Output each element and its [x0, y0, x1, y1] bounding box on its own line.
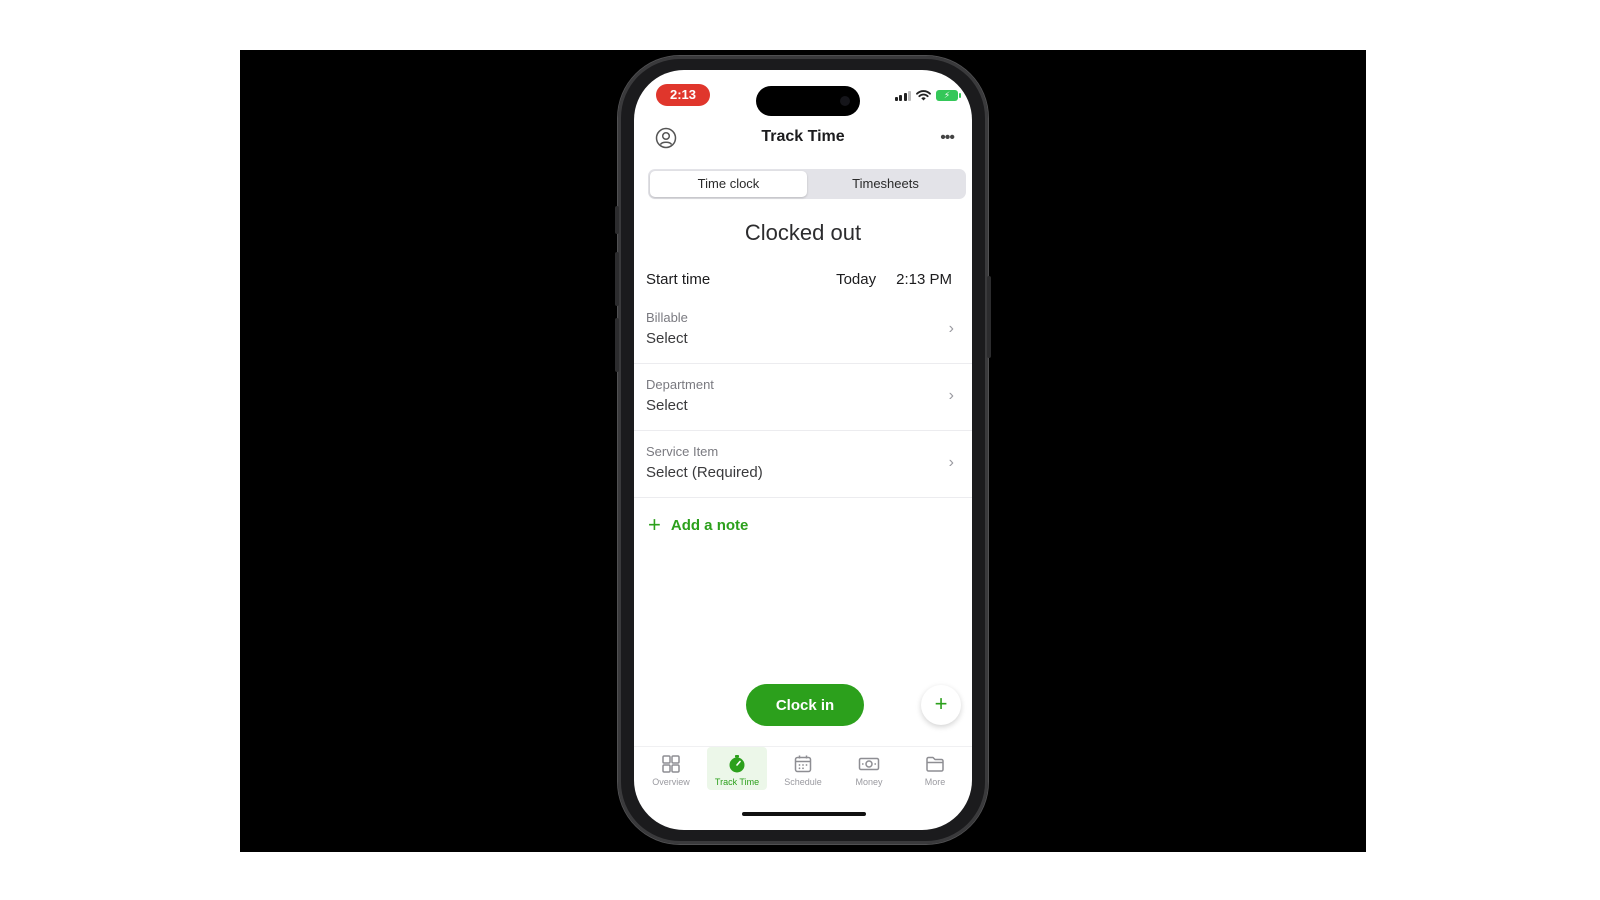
tab-track-time[interactable]: Track Time [704, 747, 770, 796]
tab-money[interactable]: Money [836, 747, 902, 796]
tab-more[interactable]: More [902, 747, 968, 796]
phone-screen: 2:13 ⚡ Track Time ••• Time clock Timeshe… [634, 70, 972, 830]
bottom-tab-bar: Overview Track Time Schedule Money More [634, 746, 972, 796]
billable-field[interactable]: Billable Select › [634, 298, 972, 364]
field-label: Department [646, 377, 714, 392]
clock-in-button[interactable]: Clock in [746, 684, 864, 726]
video-frame: 2:13 ⚡ Track Time ••• Time clock Timeshe… [240, 50, 1366, 852]
field-label: Billable [646, 310, 688, 325]
plus-icon: + [648, 512, 661, 537]
volume-up-button [615, 252, 619, 306]
field-value: Select [646, 397, 688, 414]
more-options-icon[interactable]: ••• [940, 129, 955, 147]
grid-icon [638, 753, 704, 775]
action-button [615, 206, 619, 234]
tab-label: More [924, 777, 946, 787]
add-note-label: Add a note [670, 516, 749, 534]
status-icons: ⚡ [894, 87, 961, 103]
front-camera [840, 96, 850, 106]
cellular-signal-icon [894, 90, 911, 101]
volume-down-button [615, 318, 619, 372]
start-time-label: Start time [646, 270, 711, 288]
field-value: Select [646, 330, 688, 347]
service-item-field[interactable]: Service Item Select (Required) › [634, 432, 972, 498]
calendar-icon [770, 753, 836, 775]
tab-timesheets[interactable]: Timesheets [807, 171, 964, 197]
stopwatch-icon [704, 753, 770, 775]
chevron-right-icon: › [948, 320, 954, 337]
tab-label: Overview [652, 777, 690, 787]
view-segmented-control: Time clock Timesheets [648, 169, 966, 199]
tab-label: Track Time [714, 777, 760, 787]
wifi-icon [916, 89, 931, 100]
clock-status-heading: Clocked out [744, 220, 862, 245]
dynamic-island [756, 86, 860, 116]
page-title: Track Time [761, 128, 845, 145]
start-date-picker[interactable]: Today [836, 271, 876, 288]
add-note-button[interactable]: + Add a note [648, 512, 749, 537]
folder-icon [902, 753, 968, 775]
home-indicator [742, 812, 866, 816]
power-button [987, 276, 991, 358]
tab-schedule[interactable]: Schedule [770, 747, 836, 796]
tab-time-clock[interactable]: Time clock [650, 171, 807, 197]
navbar: Track Time ••• [634, 120, 972, 160]
battery-charging-icon: ⚡ [936, 89, 961, 101]
chevron-right-icon: › [948, 454, 954, 471]
status-time: 2:13 [656, 84, 710, 106]
chevron-right-icon: › [948, 387, 954, 404]
money-icon [836, 753, 902, 775]
start-time-picker[interactable]: 2:13 PM [896, 271, 952, 288]
phone-frame: 2:13 ⚡ Track Time ••• Time clock Timeshe… [615, 56, 991, 844]
tab-label: Schedule [784, 777, 822, 787]
add-time-entry-button[interactable]: + [921, 685, 961, 725]
tab-overview[interactable]: Overview [638, 747, 704, 796]
tab-label: Money [855, 777, 883, 787]
field-label: Service Item [646, 444, 719, 459]
department-field[interactable]: Department Select › [634, 365, 972, 431]
field-value: Select (Required) [646, 464, 763, 481]
start-time-row: Start time Today 2:13 PM [646, 268, 952, 290]
